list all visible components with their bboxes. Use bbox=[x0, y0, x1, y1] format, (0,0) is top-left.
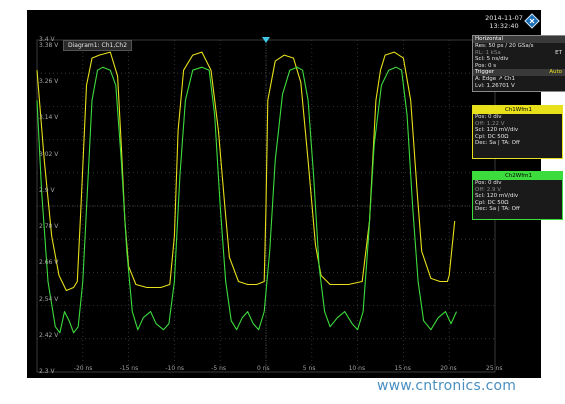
y-tick-label: 3.26 V bbox=[39, 78, 59, 86]
horizontal-position: Pos: 0 s bbox=[475, 62, 497, 69]
oscilloscope-display: 3.4 V 3.38 V 3.26 V 3.14 V 3.02 V 2.9 V 2.78 V… bbox=[27, 10, 565, 378]
y-tick-label: 2.9 V bbox=[39, 186, 55, 194]
horizontal-record-length: RL: 1 kSa bbox=[475, 49, 501, 56]
x-tick-label: -20 ns bbox=[73, 365, 93, 372]
x-tick-label: -10 ns bbox=[165, 365, 185, 372]
y-tick-label: 2.42 V bbox=[39, 331, 59, 339]
horizontal-scale: Scl: 5 ns/div bbox=[475, 56, 509, 63]
x-tick-label: -5 ns bbox=[211, 365, 227, 372]
channel-2-title: Ch2Wfm1 bbox=[473, 172, 562, 180]
channel-1-position: Pos: 0 div bbox=[475, 114, 502, 120]
trigger-title-row: Trigger Auto bbox=[473, 69, 565, 77]
channel-2-decimation: Dec: Sa | TA: Off bbox=[475, 206, 520, 213]
horizontal-resolution: Res: 50 ps / 20 GSa/s bbox=[475, 43, 534, 49]
x-tick-label: 20 ns bbox=[440, 365, 457, 372]
channel-2-position: Pos: 0 div bbox=[475, 180, 502, 186]
x-tick-label: 5 ns bbox=[302, 365, 316, 372]
trigger-mode: Auto bbox=[549, 69, 562, 76]
rohde-schwarz-logo-icon bbox=[524, 13, 540, 29]
y-tick-label: 2.3 V bbox=[39, 368, 55, 375]
diagram-title-tab[interactable]: Diagram1: Ch1,Ch2 bbox=[63, 40, 133, 51]
equivalent-time-flag: ET bbox=[555, 49, 562, 56]
x-tick-label: 25 ns bbox=[486, 365, 503, 372]
x-tick-label: 15 ns bbox=[394, 365, 411, 372]
trigger-title: Trigger bbox=[475, 69, 494, 76]
watermark-text: www.cntronics.com bbox=[377, 378, 517, 394]
y-tick-label: 2.66 V bbox=[39, 259, 59, 267]
channel-2-panel[interactable]: Ch2Wfm1 Pos: 0 div Off: 2.9 V Scl: 120 m… bbox=[472, 171, 563, 220]
x-tick-label: 10 ns bbox=[348, 365, 366, 372]
x-tick-label: 0 ns bbox=[257, 365, 270, 372]
y-tick-label: 3.38 V bbox=[39, 42, 59, 50]
horizontal-record-length-row: RL: 1 kSa ET bbox=[473, 50, 565, 57]
channel-1-coupling: Cpl: DC 50Ω bbox=[475, 133, 509, 140]
y-tick-label: 2.78 V bbox=[39, 223, 59, 231]
x-tick-label: -15 ns bbox=[119, 365, 139, 372]
waveform-plot bbox=[36, 37, 496, 373]
channel-1-panel[interactable]: Ch1Wfm1 Pos: 0 div Off: 1.22 V Scl: 120 … bbox=[472, 105, 563, 159]
channel-1-title: Ch1Wfm1 bbox=[473, 106, 562, 114]
y-tick-label: 3.14 V bbox=[39, 114, 59, 122]
horizontal-title: Horizontal bbox=[473, 36, 565, 43]
channel-1-decimation: Dec: Sa | TA: Off bbox=[475, 140, 520, 147]
channel-1-offset: Off: 1.22 V bbox=[475, 120, 505, 127]
waveform-traces bbox=[36, 51, 458, 334]
trace-ch1 bbox=[36, 51, 456, 292]
trace-ch2 bbox=[36, 66, 458, 334]
channel-2-coupling: Cpl: DC 50Ω bbox=[475, 199, 509, 206]
y-tick-label: 2.54 V bbox=[39, 295, 59, 303]
trigger-level: Lvl: 1.26701 V bbox=[475, 82, 515, 89]
horizontal-panel[interactable]: Horizontal Res: 50 ps / 20 GSa/s RL: 1 k… bbox=[472, 35, 565, 92]
channel-2-offset: Off: 2.9 V bbox=[475, 186, 501, 193]
y-tick-label: 3.02 V bbox=[39, 150, 59, 158]
channel-2-scale: Scl: 120 mV/div bbox=[475, 193, 519, 200]
channel-1-scale: Scl: 120 mV/div bbox=[475, 127, 519, 134]
trigger-source: A: Edge ↗ Ch1 bbox=[475, 76, 516, 83]
